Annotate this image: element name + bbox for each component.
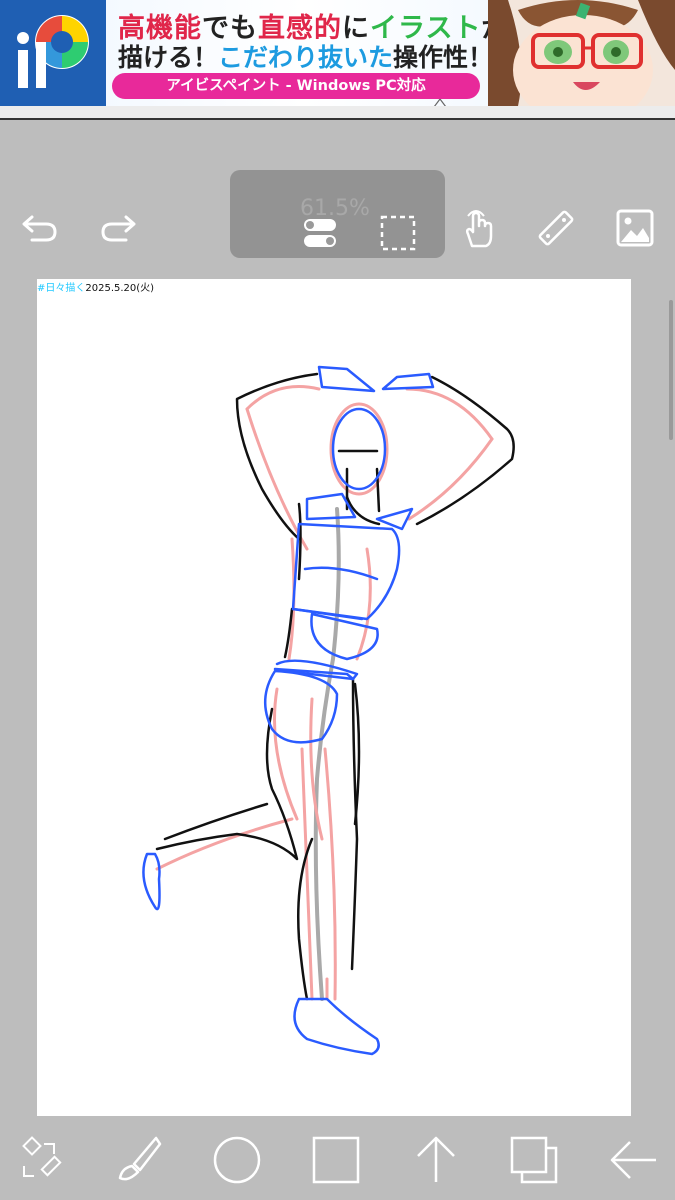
ibis-paint-logo xyxy=(0,0,106,106)
ad-banner[interactable]: 高機能でも直感的にイラストが 描ける！こだわり抜いた操作性！ アイビスペイント … xyxy=(0,0,675,106)
toggle-icon xyxy=(304,219,336,247)
toggle-settings-button[interactable] xyxy=(292,205,348,261)
ad-character-image xyxy=(488,0,675,106)
undo-icon xyxy=(22,215,57,242)
square-shape-button[interactable] xyxy=(306,1130,366,1190)
ad-divider xyxy=(0,106,675,120)
ruler-button[interactable] xyxy=(528,200,584,256)
arrow-up-button[interactable] xyxy=(406,1130,466,1190)
redo-button[interactable] xyxy=(90,200,146,256)
brush-button[interactable] xyxy=(108,1130,168,1190)
ad-pill-label: アイビスペイント - Windows PC対応 xyxy=(112,73,480,99)
layers-button[interactable] xyxy=(504,1130,564,1190)
layers-icon xyxy=(510,1136,558,1184)
back-arrow-icon xyxy=(610,1141,656,1179)
back-button[interactable] xyxy=(604,1130,664,1190)
brush-icon xyxy=(118,1136,162,1181)
drawing-canvas[interactable]: #日々描く2025.5.20(火) xyxy=(37,279,631,1116)
square-icon xyxy=(312,1136,360,1184)
selection-icon xyxy=(380,215,416,251)
gesture-button[interactable] xyxy=(450,200,506,256)
arrow-up-icon xyxy=(417,1136,455,1182)
reference-button[interactable] xyxy=(607,200,663,256)
transform-button[interactable] xyxy=(10,1130,70,1190)
selection-button[interactable] xyxy=(370,205,426,261)
undo-button[interactable] xyxy=(12,200,68,256)
hand-touch-icon xyxy=(465,210,493,248)
circle-shape-button[interactable] xyxy=(207,1130,267,1190)
ad-choices-icon[interactable] xyxy=(434,99,446,106)
ad-subheadline: 描ける！こだわり抜いた操作性！ xyxy=(118,43,494,72)
ruler-icon xyxy=(538,210,574,246)
circle-icon xyxy=(213,1136,261,1184)
figure-sketch xyxy=(142,365,515,1056)
image-icon xyxy=(616,209,654,247)
redo-icon xyxy=(101,215,136,242)
transform-icon xyxy=(22,1136,62,1177)
vertical-scrollbar[interactable] xyxy=(669,300,673,440)
